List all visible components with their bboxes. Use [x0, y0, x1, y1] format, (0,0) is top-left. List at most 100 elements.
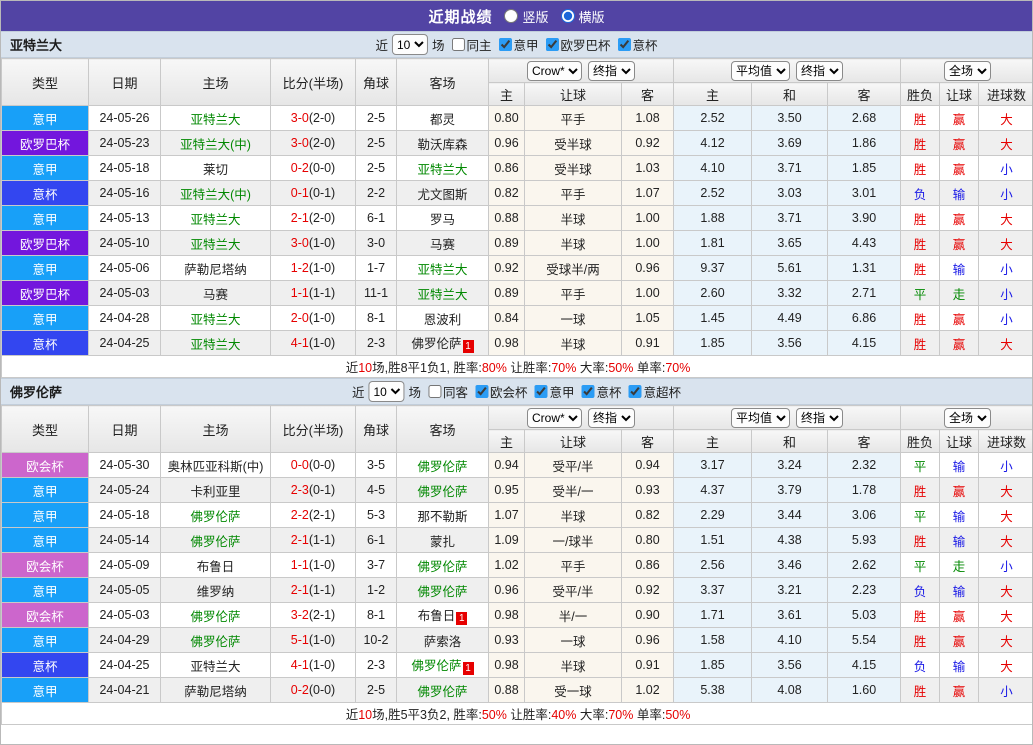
away-team-name[interactable]: 亚特兰大	[417, 163, 467, 177]
filter-option-0[interactable]: 同主	[444, 35, 492, 54]
home-team-name[interactable]: 佛罗伦萨	[190, 610, 240, 624]
odds-source-select-0[interactable]: Crow*	[527, 60, 582, 81]
vertical-radio[interactable]	[504, 9, 519, 23]
result-wdl-value: 平	[913, 287, 927, 302]
filter-option-3[interactable]: 意杯	[611, 35, 658, 54]
home-team-name[interactable]: 莱切	[203, 163, 228, 177]
odds-home: 0.80	[488, 105, 525, 131]
home-team-name[interactable]: 奥林匹亚科斯(中)	[168, 460, 264, 474]
home-team-name[interactable]: 亚特兰大	[190, 238, 240, 252]
away-team-name[interactable]: 佛罗伦萨	[411, 659, 461, 673]
filter-checkbox-1[interactable]	[474, 385, 488, 398]
away-team-name[interactable]: 佛罗伦萨	[417, 460, 467, 474]
away-team-name[interactable]: 萨索洛	[424, 635, 462, 649]
league-badge: 意甲	[1, 477, 89, 503]
filter-option-3[interactable]: 意杯	[575, 382, 622, 401]
recent-count-select[interactable]: 10	[391, 34, 428, 55]
home-team-name[interactable]: 卡利亚里	[190, 485, 240, 499]
filter-checkbox-0[interactable]	[427, 385, 441, 398]
away-team-name[interactable]: 罗马	[430, 213, 455, 227]
away-team-name[interactable]: 恩波利	[424, 313, 462, 327]
home-team-name[interactable]: 亚特兰大	[190, 338, 240, 352]
home-team-name[interactable]: 布鲁日	[197, 560, 235, 574]
filter-checkbox-4[interactable]	[628, 385, 642, 398]
home-team-name[interactable]: 佛罗伦萨	[190, 635, 240, 649]
away-team-name[interactable]: 亚特兰大	[417, 263, 467, 277]
league-badge: 欧会杯	[1, 552, 89, 578]
odds-away: 1.02	[620, 677, 675, 703]
view-option-vertical[interactable]: 竖版	[504, 7, 549, 26]
avg-home: 3.17	[673, 452, 753, 478]
avg-draw: 4.10	[751, 627, 829, 653]
avg-source-select-0[interactable]: 平均值	[731, 407, 791, 428]
horizontal-radio[interactable]	[560, 9, 575, 23]
stats-table: 类型 日期 主场 比分(半场) 角球 客场 Crow* 终指 平均值 终指 全场主让球客主和客胜负让…	[1, 58, 1032, 378]
filter-option-2[interactable]: 意甲	[528, 382, 575, 401]
result-handicap: 赢	[939, 330, 980, 356]
summary-segment: 单率:	[633, 361, 666, 375]
result-goals: 小	[978, 677, 1032, 703]
filter-checkbox-label: 同主	[466, 39, 492, 53]
away-team-name[interactable]: 都灵	[430, 113, 455, 127]
result-wdl: 胜	[900, 627, 941, 653]
away-team-name[interactable]: 尤文图斯	[417, 188, 467, 202]
filter-option-1[interactable]: 欧会杯	[468, 382, 528, 401]
team-name: 亚特兰大	[10, 38, 63, 53]
away-team-name[interactable]: 马赛	[430, 238, 455, 252]
table-row: 意甲 24-04-21 萨勒尼塔纳 0-2(0-0) 2-5 佛罗伦萨 0.88 受一球 1.0…	[1, 677, 1032, 703]
filter-option-4[interactable]: 意超杯	[622, 382, 681, 401]
result-goals: 大	[978, 602, 1032, 628]
filter-checkbox-3[interactable]	[581, 385, 595, 398]
result-scope-select-0[interactable]: 全场	[944, 407, 992, 428]
avg-source-select-0[interactable]: 平均值	[731, 60, 791, 81]
avg-away: 2.68	[827, 105, 902, 131]
filter-checkbox-2[interactable]	[534, 385, 548, 398]
away-team-name[interactable]: 亚特兰大	[417, 288, 467, 302]
view-option-horizontal[interactable]: 横版	[560, 7, 605, 26]
filter-checkbox-3[interactable]	[617, 38, 631, 51]
sub-column-header-4: 和	[751, 82, 829, 106]
result-wdl: 胜	[900, 477, 941, 503]
result-handicap: 赢	[939, 155, 980, 181]
home-team-name[interactable]: 佛罗伦萨	[190, 510, 240, 524]
filter-option-1[interactable]: 意甲	[492, 35, 539, 54]
home-team-name[interactable]: 亚特兰大	[190, 213, 240, 227]
recent-count-select[interactable]: 10	[368, 381, 405, 402]
filter-checkbox-2[interactable]	[545, 38, 559, 51]
home-team-name[interactable]: 亚特兰大(中)	[180, 188, 251, 202]
away-team-name[interactable]: 布鲁日	[418, 609, 456, 623]
league-badge: 意甲	[1, 577, 89, 603]
away-team-name[interactable]: 那不勒斯	[417, 510, 467, 524]
away-team-name[interactable]: 佛罗伦萨	[417, 485, 467, 499]
away-team-name[interactable]: 佛罗伦萨	[417, 560, 467, 574]
home-team-name[interactable]: 亚特兰大	[190, 313, 240, 327]
away-team-name[interactable]: 勒沃库森	[417, 138, 467, 152]
home-team-name[interactable]: 亚特兰大(中)	[180, 138, 251, 152]
away-team-name[interactable]: 蒙扎	[430, 535, 455, 549]
home-team-name[interactable]: 维罗纳	[197, 585, 235, 599]
avg-source-select-1[interactable]: 终指	[796, 407, 844, 428]
odds-source-select-1[interactable]: 终指	[588, 60, 635, 81]
result-scope-select-0[interactable]: 全场	[944, 60, 992, 81]
home-team-name[interactable]: 亚特兰大	[190, 660, 240, 674]
away-team-name[interactable]: 佛罗伦萨	[411, 337, 461, 351]
odds-source-select-0[interactable]: Crow*	[527, 407, 582, 428]
away-team-name[interactable]: 佛罗伦萨	[417, 585, 467, 599]
away-team-name[interactable]: 佛罗伦萨	[417, 685, 467, 699]
away-team: 佛罗伦萨 1	[396, 652, 489, 678]
filter-checkbox-0[interactable]	[451, 38, 465, 51]
home-team-name[interactable]: 佛罗伦萨	[190, 535, 240, 549]
odds-source-select-1[interactable]: 终指	[588, 407, 635, 428]
filter-option-2[interactable]: 欧罗巴杯	[539, 35, 611, 54]
result-handicap: 赢	[939, 477, 980, 503]
home-team-name[interactable]: 马赛	[203, 288, 228, 302]
halftime-score: (1-1)	[308, 583, 336, 597]
home-team-name[interactable]: 萨勒尼塔纳	[184, 263, 247, 277]
filter-option-0[interactable]: 同客	[421, 382, 468, 401]
halftime-score: (2-0)	[308, 136, 336, 150]
home-team-name[interactable]: 萨勒尼塔纳	[184, 685, 247, 699]
avg-source-select-1[interactable]: 终指	[796, 60, 844, 81]
result-wdl-value: 胜	[913, 162, 927, 177]
filter-checkbox-1[interactable]	[498, 38, 512, 51]
home-team-name[interactable]: 亚特兰大	[190, 113, 240, 127]
